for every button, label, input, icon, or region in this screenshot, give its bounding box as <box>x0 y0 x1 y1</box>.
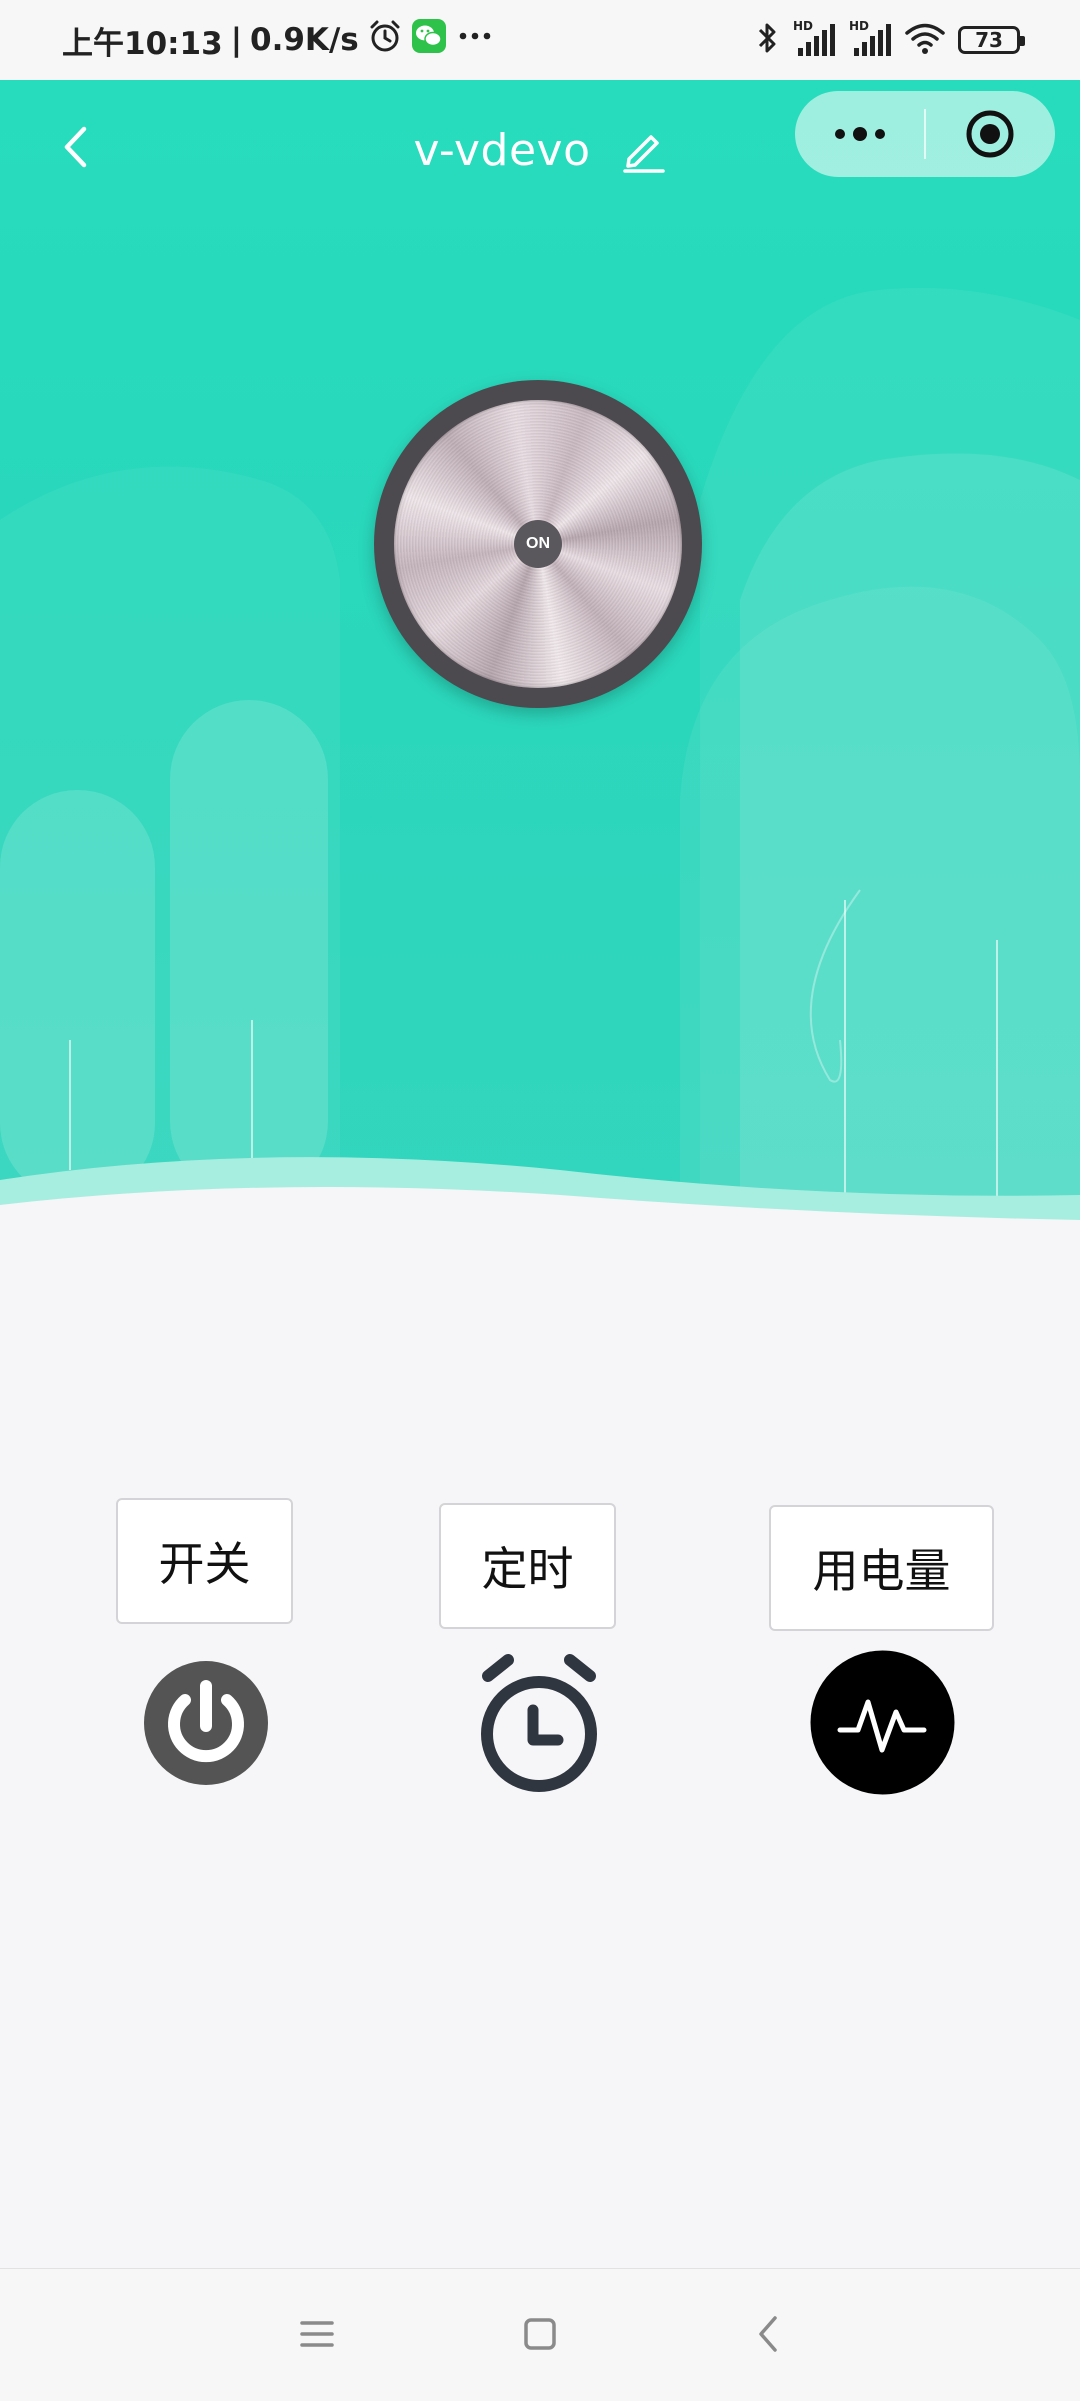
target-icon <box>966 110 1014 158</box>
capsule-more-button[interactable] <box>795 91 924 177</box>
wifi-icon <box>904 20 946 60</box>
system-nav-bar <box>0 2268 1080 2401</box>
back-key[interactable] <box>733 2299 803 2369</box>
status-network-speed: 0.9K/s <box>250 22 359 58</box>
wechat-icon <box>411 18 447 62</box>
capsule-menu <box>795 91 1055 177</box>
signal-hd-label: HD <box>793 19 813 33</box>
knob-face: ON <box>394 400 682 688</box>
timer-button[interactable]: 定时 <box>439 1503 616 1629</box>
status-left: 上午10:13 | 0.9K/s <box>62 18 495 62</box>
hero-panel: v-vdevo ON <box>0 80 1080 1240</box>
signal-hd-label: HD <box>849 19 869 33</box>
more-dots-icon <box>455 18 495 62</box>
menu-key[interactable] <box>282 2299 352 2369</box>
power-knob[interactable]: ON <box>374 380 702 708</box>
signal-icon: HD <box>848 18 892 62</box>
back-icon <box>759 2316 777 2352</box>
pencil-icon <box>622 135 665 173</box>
home-icon <box>524 2318 556 2350</box>
status-right: HD HD 73 <box>754 18 1025 62</box>
capsule-close-button[interactable] <box>926 91 1055 177</box>
power-icon[interactable] <box>143 1660 269 1786</box>
home-key[interactable] <box>505 2299 575 2369</box>
page-title: v-vdevo <box>413 124 591 176</box>
power-usage-button[interactable]: 用电量 <box>769 1505 994 1631</box>
status-time: 上午10:13 <box>62 25 223 62</box>
menu-icon <box>300 2321 334 2347</box>
bluetooth-icon <box>754 19 780 61</box>
switch-button[interactable]: 开关 <box>116 1498 293 1624</box>
more-dots-icon <box>834 127 885 141</box>
status-bar: 上午10:13 | 0.9K/s HD HD 73 <box>0 0 1080 80</box>
status-separator: | <box>230 22 243 58</box>
battery-icon: 73 <box>958 26 1025 54</box>
battery-level: 73 <box>975 28 1003 52</box>
alarm-clock-icon[interactable] <box>474 1648 604 1794</box>
edit-title-button[interactable] <box>621 127 667 173</box>
alarm-icon <box>367 18 403 62</box>
knob-state-label: ON <box>514 520 562 568</box>
signal-icon: HD <box>792 18 836 62</box>
pulse-icon[interactable] <box>810 1650 955 1795</box>
